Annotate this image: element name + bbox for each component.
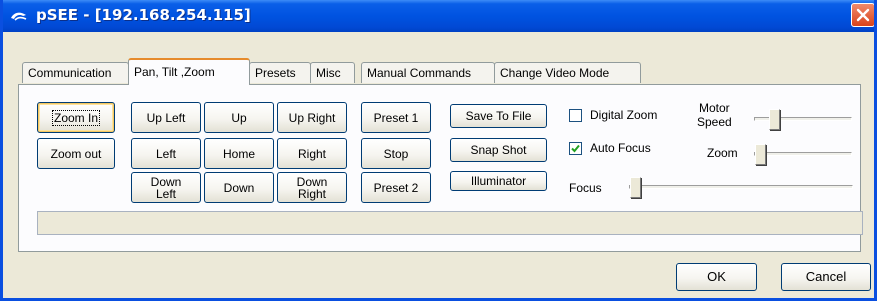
tab-change-video-mode[interactable]: Change Video Mode — [494, 62, 641, 83]
zoom-slider-thumb[interactable] — [755, 144, 766, 165]
digital-zoom-label: Digital Zoom — [590, 108, 658, 122]
window-title: pSEE - [192.168.254.115] — [36, 6, 251, 24]
zoom-out-label: Zoom out — [50, 146, 102, 161]
title-bar[interactable]: pSEE - [192.168.254.115] — [3, 0, 874, 32]
zoom-out-button[interactable]: Zoom out — [37, 138, 115, 169]
snap-shot-button[interactable]: Snap Shot — [450, 138, 547, 162]
down-label: Down — [223, 180, 255, 195]
preset-2-label: Preset 2 — [373, 180, 419, 195]
illuminator-label: Illuminator — [470, 174, 527, 188]
tab-manual-commands[interactable]: Manual Commands — [361, 62, 495, 83]
tab-communication[interactable]: Communication — [22, 62, 129, 83]
down-right-label: Down Right — [296, 174, 328, 201]
preset-1-label: Preset 1 — [373, 110, 419, 125]
focus-slider-track[interactable] — [629, 185, 853, 189]
checkmark-icon — [571, 144, 580, 153]
stop-button[interactable]: Stop — [361, 138, 431, 169]
tab-label: Pan, Tilt ,Zoom — [134, 65, 215, 79]
left-label: Left — [155, 146, 176, 161]
right-label: Right — [297, 146, 326, 161]
tab-label: Presets — [255, 66, 296, 80]
zoom-slider-label: Zoom — [707, 146, 738, 160]
application-window: pSEE - [192.168.254.115] Communication P… — [0, 0, 877, 301]
up-left-label: Up Left — [146, 110, 186, 125]
down-right-button[interactable]: Down Right — [277, 172, 347, 203]
up-left-button[interactable]: Up Left — [131, 102, 201, 133]
digital-zoom-checkbox[interactable] — [569, 109, 582, 122]
tab-misc[interactable]: Misc — [310, 62, 355, 83]
save-to-file-label: Save To File — [465, 109, 532, 123]
preset-2-button[interactable]: Preset 2 — [361, 172, 431, 203]
tab-label: Change Video Mode — [500, 66, 610, 80]
zoom-in-label: Zoom In — [51, 109, 101, 126]
up-button[interactable]: Up — [204, 102, 274, 133]
tab-label: Communication — [28, 66, 112, 80]
up-right-label: Up Right — [288, 110, 336, 125]
tab-label: Misc — [316, 66, 341, 80]
zoom-in-button[interactable]: Zoom In — [37, 102, 115, 133]
up-label: Up — [231, 110, 247, 125]
ok-button[interactable]: OK — [676, 263, 757, 291]
cancel-button[interactable]: Cancel — [781, 263, 871, 291]
zoom-slider-track[interactable] — [754, 152, 852, 156]
auto-focus-checkbox[interactable] — [569, 142, 582, 155]
motor-speed-label: Motor Speed — [697, 101, 732, 129]
right-button[interactable]: Right — [277, 138, 347, 169]
stop-label: Stop — [383, 146, 409, 161]
tab-label: Manual Commands — [367, 66, 472, 80]
snap-shot-label: Snap Shot — [470, 143, 527, 157]
ok-label: OK — [707, 269, 726, 284]
status-field — [37, 211, 863, 235]
tab-presets[interactable]: Presets — [249, 62, 311, 83]
close-button[interactable] — [851, 3, 874, 27]
close-icon — [856, 8, 870, 22]
down-button[interactable]: Down — [204, 172, 274, 203]
focus-slider-label: Focus — [569, 181, 602, 195]
down-left-button[interactable]: Down Left — [131, 172, 201, 203]
tab-pan-tilt-zoom[interactable]: Pan, Tilt ,Zoom — [128, 58, 250, 85]
motor-speed-slider-thumb[interactable] — [769, 109, 780, 130]
cancel-label: Cancel — [805, 269, 847, 284]
up-right-button[interactable]: Up Right — [277, 102, 347, 133]
auto-focus-label: Auto Focus — [590, 141, 651, 155]
left-button[interactable]: Left — [131, 138, 201, 169]
focus-slider-thumb[interactable] — [630, 177, 641, 198]
down-left-label: Down Left — [150, 174, 182, 201]
save-to-file-button[interactable]: Save To File — [450, 104, 547, 128]
app-logo-icon — [11, 12, 27, 21]
home-button[interactable]: Home — [204, 138, 274, 169]
illuminator-button[interactable]: Illuminator — [450, 171, 547, 191]
preset-1-button[interactable]: Preset 1 — [361, 102, 431, 133]
home-label: Home — [222, 146, 255, 161]
